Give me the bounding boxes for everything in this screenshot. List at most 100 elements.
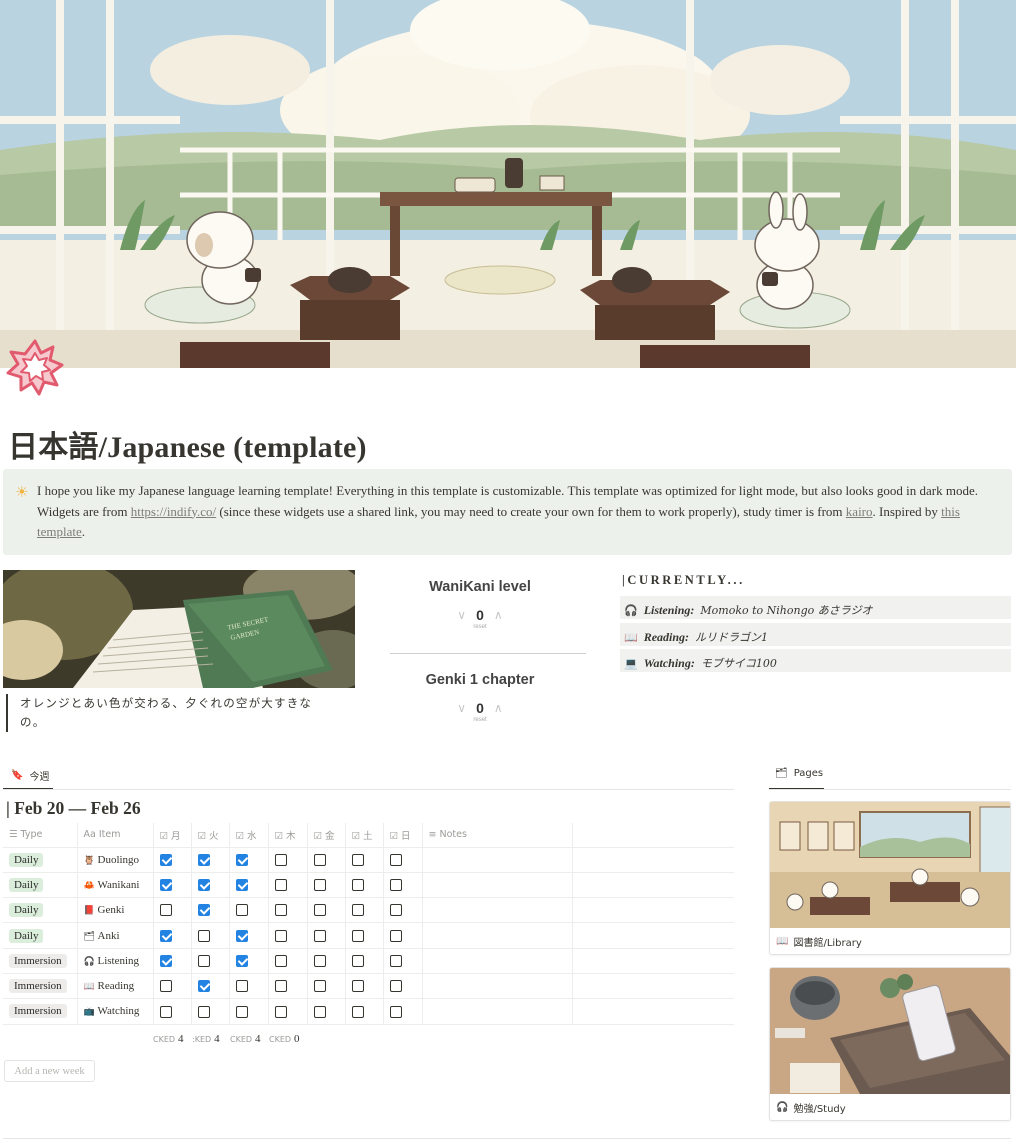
checkbox-unchecked[interactable] xyxy=(274,929,287,942)
column-day[interactable]: ☑ 木 xyxy=(268,823,308,848)
checkbox-unchecked[interactable] xyxy=(313,853,326,866)
checkbox-checked[interactable] xyxy=(235,879,248,892)
cell-type[interactable]: Daily xyxy=(3,872,78,899)
checkbox-unchecked[interactable] xyxy=(197,1005,210,1018)
checkbox-unchecked[interactable] xyxy=(159,1005,172,1018)
checkbox-checked[interactable] xyxy=(159,929,172,942)
cell-notes[interactable] xyxy=(422,922,573,949)
table-row[interactable]: Daily 🗂 Anki xyxy=(3,922,734,949)
chevron-down-icon[interactable]: ∨ xyxy=(457,701,466,715)
checkbox-unchecked[interactable] xyxy=(351,853,364,866)
checkbox-unchecked[interactable] xyxy=(389,1005,402,1018)
checkbox-unchecked[interactable] xyxy=(159,980,172,993)
page-card-study[interactable]: 🎧 勉強/Study xyxy=(769,967,1011,1121)
add-new-week-button[interactable]: Add a new week xyxy=(4,1060,95,1082)
checkbox-checked[interactable] xyxy=(197,879,210,892)
cell-notes[interactable] xyxy=(422,948,573,974)
checkbox-checked[interactable] xyxy=(235,929,248,942)
checkbox-unchecked[interactable] xyxy=(389,853,402,866)
checkbox-unchecked[interactable] xyxy=(351,980,364,993)
cell-item[interactable]: 📖 Reading xyxy=(77,973,154,1000)
checkbox-unchecked[interactable] xyxy=(351,1005,364,1018)
table-row[interactable]: Daily 🦉 Duolingo xyxy=(3,847,734,873)
checkbox-checked[interactable] xyxy=(235,853,248,866)
checkbox-checked[interactable] xyxy=(197,853,210,866)
cell-item[interactable]: 📕 Genki xyxy=(77,897,154,924)
indify-link[interactable]: https://indify.co/ xyxy=(131,504,216,519)
table-row[interactable]: Immersion 📺 Watching xyxy=(3,998,734,1025)
checkbox-unchecked[interactable] xyxy=(313,980,326,993)
checkbox-unchecked[interactable] xyxy=(235,904,248,917)
cell-notes[interactable] xyxy=(422,998,573,1025)
checkbox-unchecked[interactable] xyxy=(313,879,326,892)
page-card-library[interactable]: 📖 図書館/Library xyxy=(769,801,1011,955)
reset-button[interactable]: reset xyxy=(382,624,578,630)
checkbox-unchecked[interactable] xyxy=(389,929,402,942)
checkbox-unchecked[interactable] xyxy=(313,929,326,942)
cell-item[interactable]: 🦀 Wanikani xyxy=(77,872,154,899)
checkbox-unchecked[interactable] xyxy=(351,879,364,892)
table-row[interactable]: Immersion 🎧 Listening xyxy=(3,948,734,974)
cell-type[interactable]: Daily xyxy=(3,897,78,924)
checkbox-unchecked[interactable] xyxy=(197,955,210,968)
checkbox-unchecked[interactable] xyxy=(313,955,326,968)
tab-week[interactable]: 🔖 今週 xyxy=(11,768,49,783)
checkbox-unchecked[interactable] xyxy=(159,904,172,917)
chevron-up-icon[interactable]: ∧ xyxy=(494,608,503,622)
checkbox-checked[interactable] xyxy=(235,955,248,968)
column-day[interactable]: ☑ 月 xyxy=(153,823,192,848)
checkbox-unchecked[interactable] xyxy=(274,879,287,892)
tab-pages[interactable]: 🗂 Pages xyxy=(775,768,823,779)
checkbox-unchecked[interactable] xyxy=(235,1005,248,1018)
checkbox-unchecked[interactable] xyxy=(351,929,364,942)
checkbox-unchecked[interactable] xyxy=(389,879,402,892)
column-notes[interactable]: ≡ Notes xyxy=(422,823,573,848)
checkbox-unchecked[interactable] xyxy=(313,1005,326,1018)
checkbox-checked[interactable] xyxy=(159,879,172,892)
cell-notes[interactable] xyxy=(422,847,573,873)
checkbox-unchecked[interactable] xyxy=(274,980,287,993)
column-item[interactable]: Aa Item xyxy=(77,823,154,848)
table-row[interactable]: Daily 🦀 Wanikani xyxy=(3,872,734,899)
checkbox-unchecked[interactable] xyxy=(235,980,248,993)
checkbox-unchecked[interactable] xyxy=(351,955,364,968)
cell-type[interactable]: Immersion xyxy=(3,948,78,974)
cell-item[interactable]: 🗂 Anki xyxy=(77,922,154,949)
column-day[interactable]: ☑ 水 xyxy=(229,823,269,848)
chevron-up-icon[interactable]: ∧ xyxy=(494,701,503,715)
table-row[interactable]: Daily 📕 Genki xyxy=(3,897,734,924)
column-day[interactable]: ☑ 金 xyxy=(307,823,346,848)
cell-type[interactable]: Daily xyxy=(3,922,78,949)
cell-type[interactable]: Immersion xyxy=(3,998,78,1025)
cell-item[interactable]: 🎧 Listening xyxy=(77,948,154,974)
flower-page-icon[interactable] xyxy=(6,338,64,396)
checkbox-checked[interactable] xyxy=(159,955,172,968)
checkbox-unchecked[interactable] xyxy=(197,929,210,942)
table-row[interactable]: Immersion 📖 Reading xyxy=(3,973,734,1000)
cell-type[interactable]: Immersion xyxy=(3,973,78,1000)
checkbox-unchecked[interactable] xyxy=(389,904,402,917)
cell-type[interactable]: Daily xyxy=(3,847,78,873)
cell-item[interactable]: 🦉 Duolingo xyxy=(77,847,154,873)
checkbox-checked[interactable] xyxy=(197,980,210,993)
checkbox-unchecked[interactable] xyxy=(274,904,287,917)
column-day[interactable]: ☑ 日 xyxy=(383,823,423,848)
column-day[interactable]: ☑ 火 xyxy=(191,823,230,848)
checkbox-unchecked[interactable] xyxy=(274,1005,287,1018)
cell-item[interactable]: 📺 Watching xyxy=(77,998,154,1025)
checkbox-unchecked[interactable] xyxy=(274,853,287,866)
checkbox-unchecked[interactable] xyxy=(274,955,287,968)
cell-notes[interactable] xyxy=(422,973,573,1000)
checkbox-unchecked[interactable] xyxy=(351,904,364,917)
cell-notes[interactable] xyxy=(422,897,573,924)
chevron-down-icon[interactable]: ∨ xyxy=(457,608,466,622)
column-type[interactable]: ☰ Type xyxy=(3,823,78,848)
checkbox-unchecked[interactable] xyxy=(313,904,326,917)
checkbox-checked[interactable] xyxy=(159,853,172,866)
column-day[interactable]: ☑ 土 xyxy=(345,823,384,848)
cell-notes[interactable] xyxy=(422,872,573,899)
checkbox-checked[interactable] xyxy=(197,904,210,917)
checkbox-unchecked[interactable] xyxy=(389,955,402,968)
reset-button[interactable]: reset xyxy=(382,717,578,723)
checkbox-unchecked[interactable] xyxy=(389,980,402,993)
